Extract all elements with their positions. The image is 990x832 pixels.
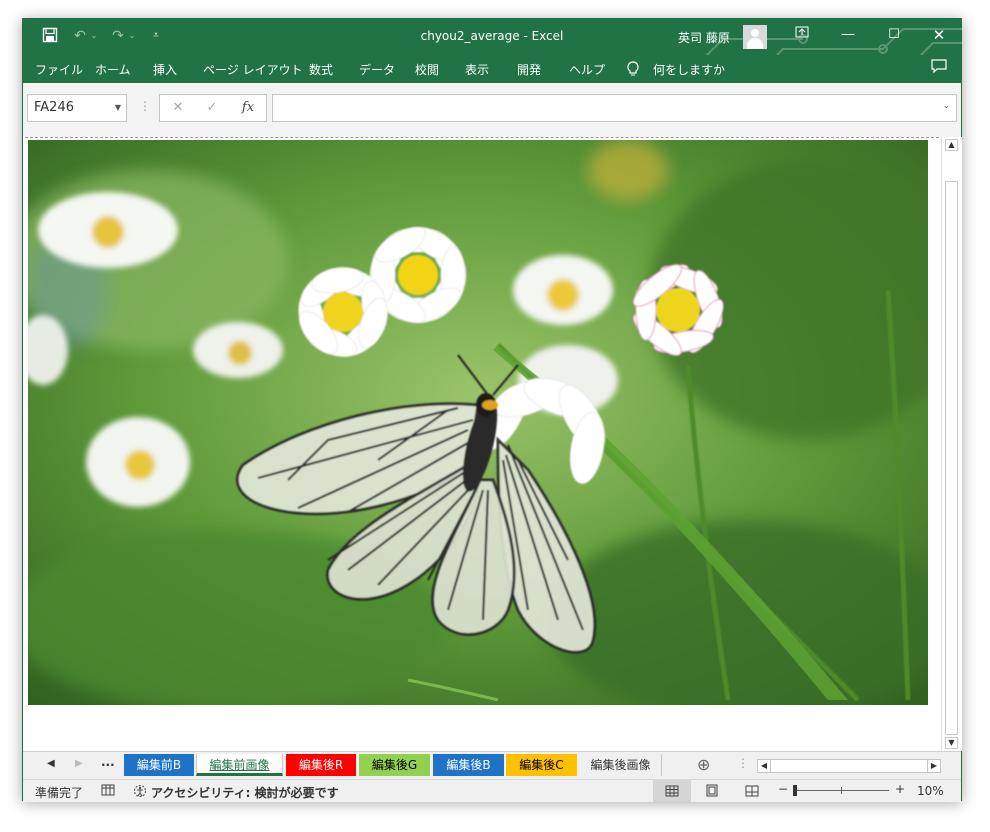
sheet-tab-bar: ◀ ▶ ... 編集前B 編集前画像 編集後R 編集後G 編集後B 編集後C 編… [23,751,961,780]
tab-help[interactable]: ヘルプ [569,61,605,78]
macro-record-icon[interactable] [101,784,115,799]
sheet-tab[interactable]: 編集後C [506,754,577,776]
title-bar: ↶ ⌄ ↷ ⌄ ⩡ chyou2_average - Excel 英司 藤原 ―… [23,19,963,83]
maximize-icon[interactable]: ☐ [871,19,917,51]
tell-me-search[interactable]: 何をしますか [653,61,725,78]
name-box[interactable]: FA246 ▼ [27,94,127,122]
expand-formula-icon[interactable]: ⌄ [942,101,950,111]
cancel-icon[interactable]: ✕ [168,99,188,117]
status-bar: 準備完了 アクセシビリティ: 検討が必要です − + 10% [23,779,961,802]
status-ready: 準備完了 [35,786,84,800]
enter-icon[interactable]: ✓ [202,99,222,117]
scroll-right-icon[interactable]: ▶ [927,760,940,772]
zoom-slider-knob[interactable] [793,785,797,796]
zoom-out-button[interactable]: − [778,782,788,796]
page-layout-view-icon[interactable] [693,780,731,802]
accessibility-status[interactable]: アクセシビリティ: 検討が必要です [151,784,339,801]
tab-data[interactable]: データ [359,61,395,78]
avatar[interactable] [743,25,767,49]
tab-review[interactable]: 校閲 [415,61,439,78]
ribbon-tabs: ファイル ホーム 挿入 ページ レイアウト 数式 データ 校閲 表示 開発 ヘル… [23,55,961,83]
tab-splitter-handle[interactable]: ⋮ [737,756,749,770]
horizontal-scrollbar[interactable]: ◀ ▶ [757,759,941,773]
sheet-tab[interactable]: 編集前B [124,754,194,776]
lightbulb-icon [627,61,639,79]
butterfly-picture[interactable] [28,140,928,705]
accessibility-icon[interactable] [133,784,147,801]
save-icon[interactable] [41,27,59,45]
splitter-handle[interactable]: ⋮ [139,99,151,113]
formula-bar-area: FA246 ▼ ⋮ ✕ ✓ fx ⌄ [23,83,961,138]
normal-view-icon[interactable] [653,780,691,802]
scroll-up-icon[interactable]: ▲ [945,139,958,151]
close-icon[interactable]: ✕ [916,19,962,51]
insert-function-icon[interactable]: fx [238,99,258,117]
tab-formulas[interactable]: 数式 [309,61,333,78]
sheet-tab[interactable]: 編集後G [359,754,430,776]
formula-input[interactable]: ⌄ [272,94,957,122]
zoom-in-button[interactable]: + [895,782,905,796]
ribbon-display-options-icon[interactable] [779,19,825,51]
sheet-tab-active[interactable]: 編集前画像 [196,754,283,776]
tab-developer[interactable]: 開発 [517,61,541,78]
tab-page-layout[interactable]: ページ レイアウト [203,61,303,78]
sheet-tab[interactable]: 編集後画像 [580,754,662,776]
tab-insert[interactable]: 挿入 [153,61,177,78]
page-break-preview-icon[interactable] [733,780,771,802]
minimize-icon[interactable]: ― [825,19,871,51]
vertical-scrollbar[interactable]: ▲ ▼ [941,137,962,751]
prev-sheet-icon[interactable]: ◀ [47,758,55,769]
scroll-left-icon[interactable]: ◀ [758,760,771,772]
chevron-down-icon[interactable]: ▼ [115,95,121,121]
add-sheet-icon[interactable]: ⊕ [697,755,710,774]
sheet-tab[interactable]: 編集後R [286,754,356,776]
name-box-value: FA246 [34,100,74,115]
user-name[interactable]: 英司 藤原 [678,29,730,46]
customize-qat-icon[interactable]: ⩡ [147,27,165,45]
worksheet-grid[interactable] [23,137,961,751]
redo-dropdown-icon[interactable]: ⌄ [123,27,141,45]
tab-file[interactable]: ファイル [35,61,83,78]
excel-window: ↶ ⌄ ↷ ⌄ ⩡ chyou2_average - Excel 英司 藤原 ―… [22,18,963,802]
vertical-scroll-thumb[interactable] [945,181,958,735]
comments-icon[interactable] [931,59,947,76]
scroll-down-icon[interactable]: ▼ [945,737,958,749]
formula-buttons: ✕ ✓ fx [159,94,267,122]
undo-dropdown-icon[interactable]: ⌄ [85,27,103,45]
tab-view[interactable]: 表示 [465,61,489,78]
tab-home[interactable]: ホーム [95,61,131,78]
zoom-slider-center-tick [841,787,842,794]
zoom-level[interactable]: 10% [917,784,944,798]
sheet-tab[interactable]: 編集後B [433,754,504,776]
next-sheet-icon[interactable]: ▶ [75,758,83,769]
more-sheets-ellipsis[interactable]: ... [101,755,115,769]
